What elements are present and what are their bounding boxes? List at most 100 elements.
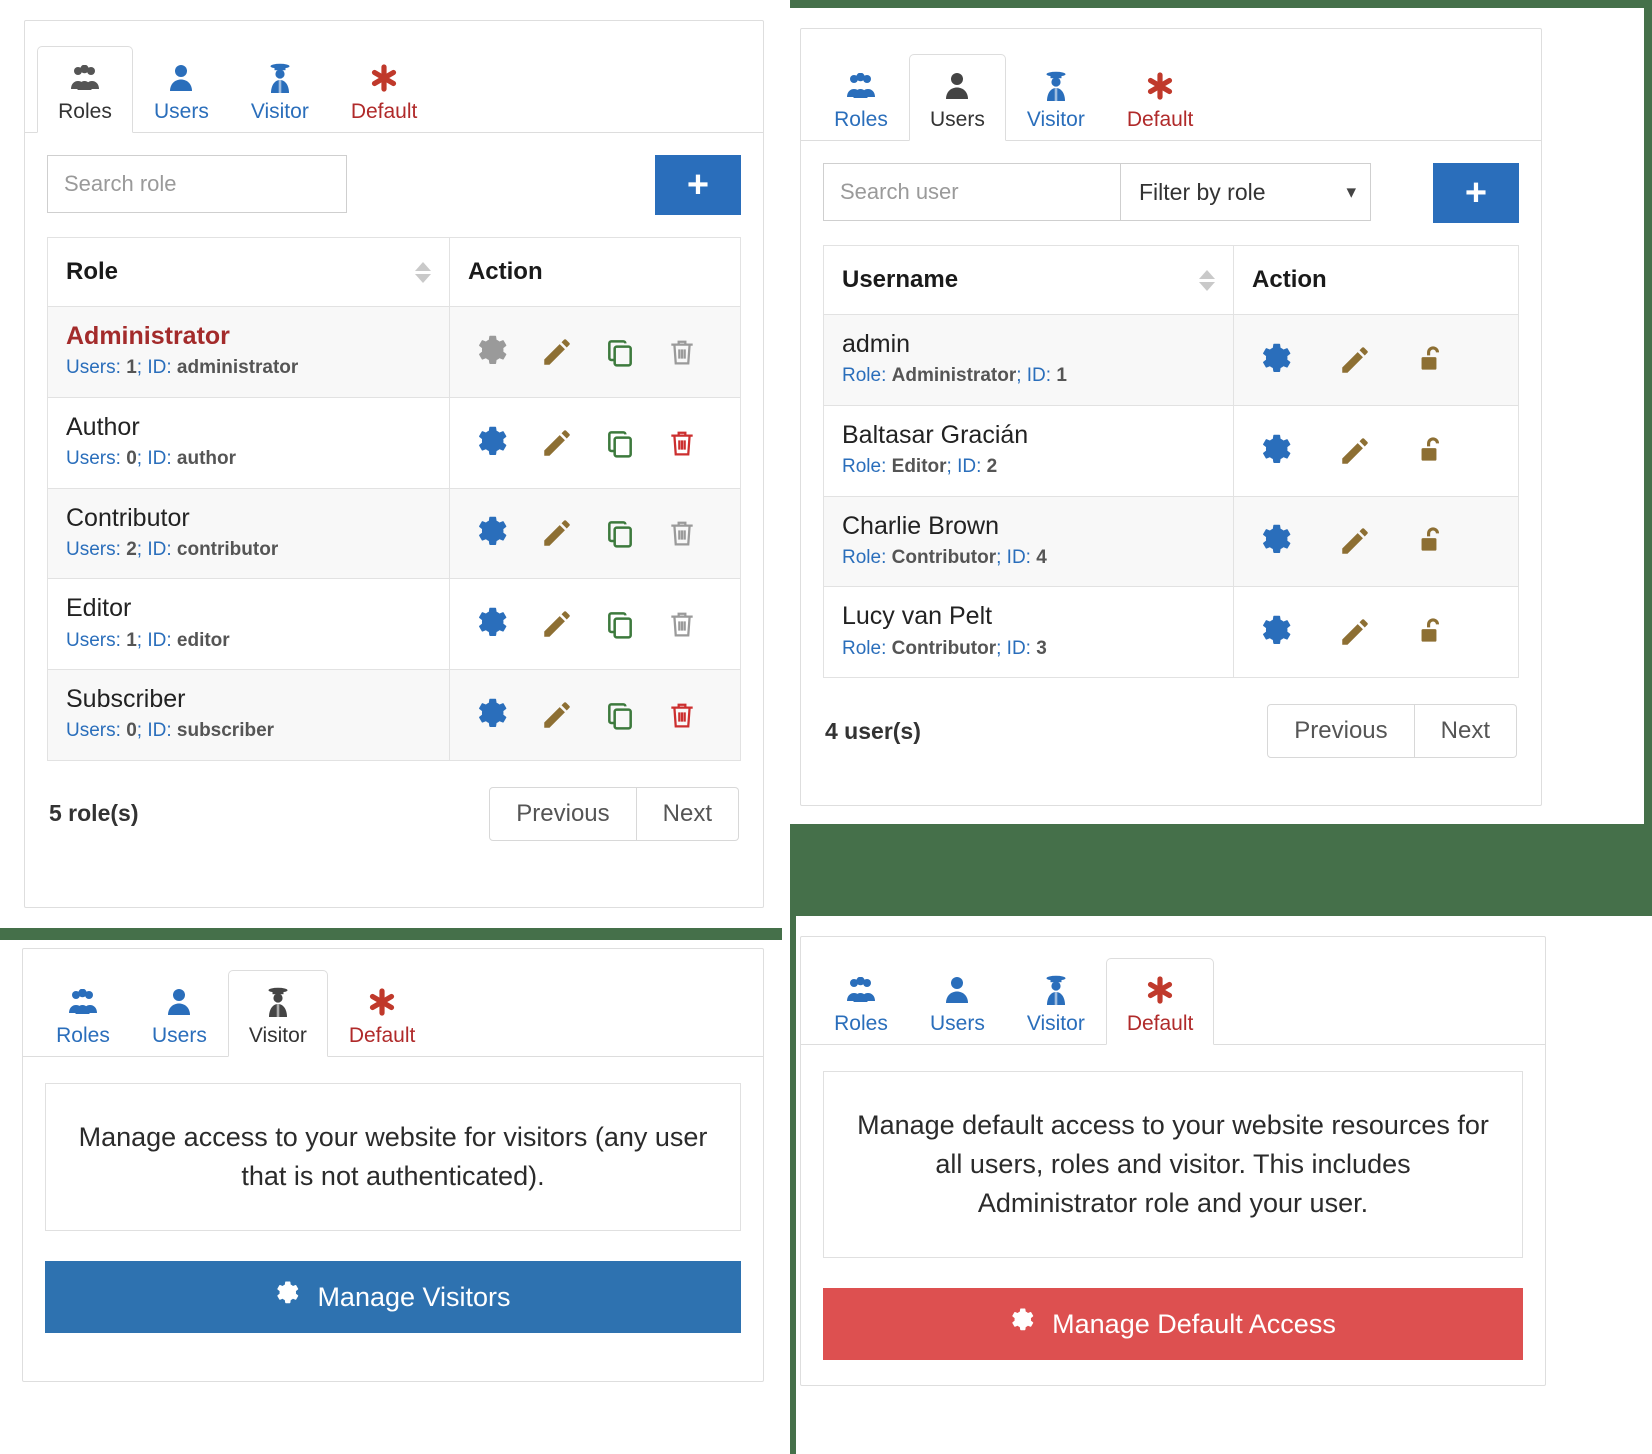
meta-value: Contributor — [891, 637, 997, 659]
role-edit-pencil-icon[interactable] — [540, 607, 574, 641]
tab-roles[interactable]: Roles — [813, 54, 909, 141]
add-user-button[interactable]: + — [1433, 163, 1519, 223]
roles-tabbar: Roles Users Visitor Default — [25, 21, 763, 133]
search-role-input[interactable]: Search role — [47, 155, 347, 213]
column-username[interactable]: Username — [822, 245, 1235, 315]
role-delete-trash-icon[interactable] — [666, 699, 698, 731]
previous-button[interactable]: Previous — [1267, 704, 1415, 758]
user-edit-pencil-icon[interactable] — [1338, 615, 1372, 649]
tab-roles[interactable]: Roles — [813, 958, 909, 1045]
manage-visitors-button[interactable]: Manage Visitors — [45, 1261, 741, 1334]
role-settings-gear-icon[interactable] — [476, 516, 510, 550]
asterisk-icon — [1145, 69, 1175, 103]
tab-default[interactable]: Default — [1106, 54, 1215, 141]
users-panel: Roles Users Visitor Default Search user … — [800, 28, 1542, 806]
role-meta: Users: 0; ID: subscriber — [66, 717, 431, 746]
tab-visitor[interactable]: Visitor — [230, 46, 330, 133]
tab-users[interactable]: Users — [909, 958, 1006, 1045]
meta-separator: ; ID: — [136, 720, 172, 742]
user-edit-pencil-icon[interactable] — [1338, 434, 1372, 468]
users-group-icon — [70, 61, 100, 95]
user-settings-gear-icon[interactable] — [1260, 343, 1294, 377]
tab-roles[interactable]: Roles — [35, 970, 131, 1057]
table-row[interactable]: Contributor Users: 2; ID: contributor — [47, 487, 742, 580]
table-row[interactable]: Author Users: 0; ID: author — [47, 396, 742, 489]
tab-roles-label: Roles — [834, 1012, 888, 1035]
tab-default[interactable]: Default — [1105, 958, 1215, 1045]
user-unlock-padlock-icon[interactable] — [1416, 524, 1448, 558]
role-duplicate-copy-icon[interactable] — [604, 336, 636, 368]
plus-icon: + — [1464, 172, 1488, 214]
tab-users[interactable]: Users — [909, 54, 1006, 141]
table-row[interactable]: Subscriber Users: 0; ID: subscriber — [47, 669, 742, 761]
role-settings-gear-icon[interactable] — [476, 426, 510, 460]
table-row[interactable]: Baltasar Gracián Role: Editor; ID: 2 — [822, 404, 1519, 497]
meta-id: 3 — [1036, 637, 1047, 659]
user-unlock-padlock-icon[interactable] — [1416, 343, 1448, 377]
tab-roles[interactable]: Roles — [37, 46, 133, 133]
user-edit-pencil-icon[interactable] — [1338, 524, 1372, 558]
role-duplicate-copy-icon[interactable] — [604, 517, 636, 549]
meta-id: 2 — [986, 456, 998, 477]
tab-visitor-label: Visitor — [1026, 108, 1085, 131]
role-duplicate-copy-icon[interactable] — [604, 699, 636, 731]
user-unlock-padlock-icon[interactable] — [1416, 615, 1448, 649]
role-edit-pencil-icon[interactable] — [540, 516, 574, 550]
tab-visitor[interactable]: Visitor — [1006, 958, 1106, 1045]
user-meta: Role: Editor; ID: 2 — [842, 453, 1215, 482]
meta-id: editor — [176, 629, 230, 651]
role-meta: Users: 2; ID: contributor — [66, 536, 431, 565]
add-role-button[interactable]: + — [655, 155, 741, 215]
role-name: Editor — [66, 594, 132, 623]
meta-value: 1 — [126, 357, 137, 379]
table-row[interactable]: Administrator Users: 1; ID: administrator — [47, 306, 742, 398]
next-button[interactable]: Next — [1414, 704, 1517, 758]
users-toolbar: Search user Filter by role ▾ + — [801, 141, 1541, 223]
table-row[interactable]: Lucy van Pelt Role: Contributor; ID: 3 — [822, 586, 1519, 678]
user-meta: Role: Contributor; ID: 4 — [842, 544, 1215, 573]
table-row[interactable]: Charlie Brown Role: Contributor; ID: 4 — [822, 495, 1519, 588]
sort-icon[interactable] — [414, 261, 431, 283]
meta-id: administrator — [176, 357, 299, 379]
role-duplicate-copy-icon[interactable] — [604, 608, 636, 640]
user-settings-gear-icon[interactable] — [1260, 524, 1294, 558]
role-edit-pencil-icon[interactable] — [540, 335, 574, 369]
tab-visitor[interactable]: Visitor — [227, 970, 328, 1057]
table-row[interactable]: Editor Users: 1; ID: editor — [47, 578, 742, 670]
user-edit-pencil-icon[interactable] — [1338, 343, 1372, 377]
role-edit-pencil-icon[interactable] — [540, 698, 574, 732]
role-edit-pencil-icon[interactable] — [540, 426, 574, 460]
tab-users[interactable]: Users — [133, 46, 230, 133]
tab-visitor-label: Visitor — [1026, 1012, 1085, 1035]
table-row[interactable]: admin Role: Administrator; ID: 1 — [822, 314, 1519, 406]
user-settings-gear-icon[interactable] — [1260, 434, 1294, 468]
role-settings-gear-icon[interactable] — [476, 698, 510, 732]
tab-visitor[interactable]: Visitor — [1006, 54, 1106, 141]
column-role[interactable]: Role — [47, 237, 450, 307]
user-settings-gear-icon[interactable] — [1260, 615, 1294, 649]
tab-default[interactable]: Default — [330, 46, 439, 133]
username-cell: Lucy van Pelt Role: Contributor; ID: 3 — [822, 586, 1235, 678]
role-cell: Editor Users: 1; ID: editor — [47, 578, 450, 670]
role-delete-trash-icon[interactable] — [666, 427, 698, 459]
role-delete-trash-icon — [666, 517, 698, 549]
gear-icon — [275, 1281, 301, 1314]
previous-button[interactable]: Previous — [489, 786, 637, 841]
tab-default-label: Default — [1126, 108, 1194, 131]
search-user-input[interactable]: Search user — [823, 163, 1121, 221]
tab-users-label: Users — [154, 100, 209, 123]
role-settings-gear-icon[interactable] — [476, 607, 510, 641]
roles-table: Role Action Administrator Users: 1; ID: a… — [47, 237, 742, 761]
manage-default-access-button[interactable]: Manage Default Access — [823, 1288, 1523, 1361]
tab-users[interactable]: Users — [131, 970, 228, 1057]
meta-id: subscriber — [176, 720, 275, 742]
role-duplicate-copy-icon[interactable] — [604, 427, 636, 459]
filter-by-role-select[interactable]: Filter by role ▾ — [1121, 163, 1371, 221]
user-unlock-padlock-icon[interactable] — [1416, 434, 1448, 468]
asterisk-icon — [1145, 973, 1175, 1007]
tab-default[interactable]: Default — [328, 970, 437, 1057]
role-cell: Administrator Users: 1; ID: administrator — [47, 306, 450, 398]
role-name: Subscriber — [66, 685, 186, 713]
sort-icon[interactable] — [1199, 269, 1216, 291]
next-button[interactable]: Next — [636, 786, 739, 841]
